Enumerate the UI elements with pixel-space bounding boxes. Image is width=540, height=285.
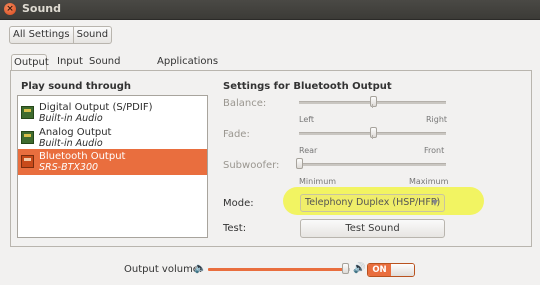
speaker-high-icon: 🔊 (353, 263, 366, 274)
fade-label: Fade: (223, 129, 250, 140)
bluetooth-device-icon (21, 155, 34, 168)
volume-slider-knob[interactable] (342, 263, 349, 274)
tab-input[interactable]: Input (55, 54, 85, 71)
device-analog-output[interactable]: Analog Output Built-in Audio (18, 125, 207, 151)
breadcrumb: All Settings Sound (9, 22, 113, 44)
subwoofer-max-label: Maximum (409, 177, 449, 186)
speaker-low-icon: 🔈 (194, 263, 207, 274)
tab-applications[interactable]: Applications (155, 54, 220, 71)
device-name: Digital Output (S/PDIF) (39, 102, 153, 113)
device-sub: Built-in Audio (39, 138, 103, 149)
fade-front-label: Front (424, 146, 445, 155)
all-settings-button[interactable]: All Settings (9, 26, 74, 44)
output-mute-switch[interactable]: ON (367, 263, 415, 277)
balance-label: Balance: (223, 98, 267, 109)
fade-slider-knob[interactable] (369, 127, 377, 138)
subwoofer-slider-knob[interactable] (296, 158, 303, 169)
mode-value: Telephony Duplex (HSP/HFP) (305, 197, 441, 208)
switch-on-label: ON (368, 264, 391, 276)
balance-slider-knob[interactable] (369, 96, 377, 107)
balance-center-tick (372, 104, 373, 108)
chevron-down-icon: ▼ (431, 198, 438, 207)
device-sub: Built-in Audio (39, 113, 103, 124)
fade-center-tick (372, 135, 373, 139)
fade-rear-label: Rear (299, 146, 318, 155)
subwoofer-label: Subwoofer: (223, 160, 280, 171)
breadcrumb-sound[interactable]: Sound (73, 26, 113, 44)
balance-left-label: Left (299, 115, 315, 124)
tab-sound-effects[interactable]: Sound Effects (87, 54, 125, 83)
play-sound-through-heading: Play sound through (21, 81, 131, 92)
sound-card-icon (21, 131, 34, 144)
volume-slider-fill[interactable] (208, 268, 346, 271)
device-name: Analog Output (39, 127, 112, 138)
sound-window: × Sound All Settings Sound Output Input S… (0, 0, 540, 285)
tab-output[interactable]: Output (11, 54, 49, 71)
device-bluetooth-output[interactable]: Bluetooth Output SRS-BTX300 (18, 149, 207, 175)
test-label: Test: (223, 223, 247, 234)
mode-label: Mode: (223, 198, 254, 209)
sound-card-icon (21, 106, 34, 119)
device-digital-output[interactable]: Digital Output (S/PDIF) Built-in Audio (18, 100, 207, 126)
device-sub: SRS-BTX300 (39, 162, 99, 173)
subwoofer-slider-track[interactable] (299, 163, 446, 166)
switch-thumb (391, 264, 414, 276)
balance-right-label: Right (426, 115, 448, 124)
test-sound-button[interactable]: Test Sound (300, 219, 445, 238)
window-title: Sound (22, 2, 62, 15)
device-list[interactable]: Digital Output (S/PDIF) Built-in Audio A… (17, 95, 208, 238)
close-icon[interactable]: × (4, 3, 16, 15)
title-bar: × Sound (0, 0, 540, 20)
settings-heading: Settings for Bluetooth Output (223, 81, 392, 92)
mode-dropdown[interactable]: Telephony Duplex (HSP/HFP) ▼ (300, 194, 445, 212)
subwoofer-min-label: Minimum (299, 177, 337, 186)
output-volume-label: Output volume: (124, 264, 203, 275)
device-name: Bluetooth Output (39, 151, 126, 162)
